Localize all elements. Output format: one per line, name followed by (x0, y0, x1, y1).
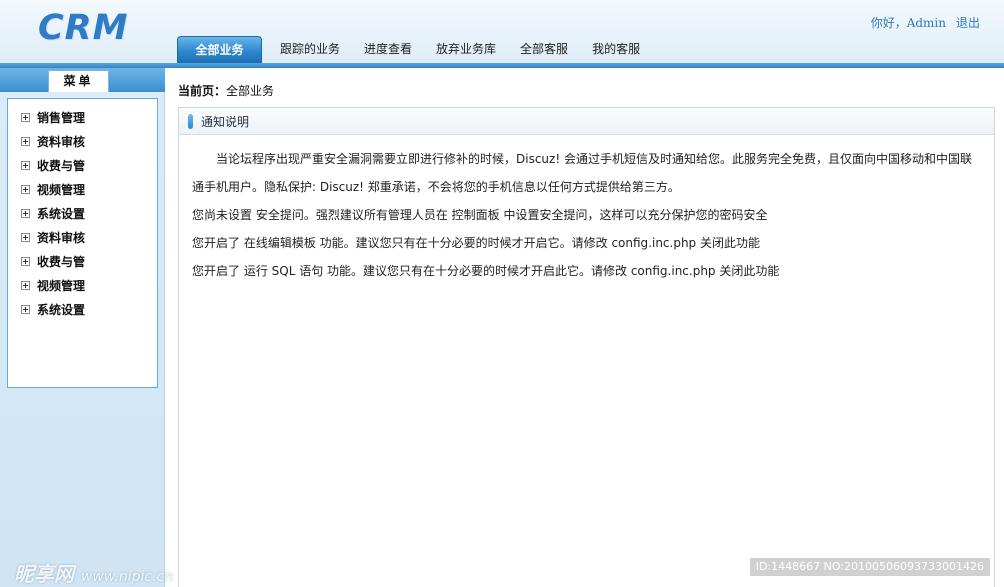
sidebar-tab-bar: 菜单 (0, 68, 165, 92)
sidebar-item-settings[interactable]: 系统设置 (8, 201, 157, 225)
user-greeting: 你好，Admin (870, 16, 946, 30)
sidebar-item-settings-2[interactable]: 系统设置 (8, 297, 157, 321)
sidebar-item-video[interactable]: 视频管理 (8, 177, 157, 201)
expand-icon[interactable] (21, 304, 30, 314)
watermark-id: ID:1448667 NO:20100506093733001426 (749, 558, 990, 576)
notice-paragraph: 当论坛程序出现严重安全漏洞需要立即进行修补的时候，Discuz! 会通过手机短信… (192, 152, 972, 194)
expand-icon[interactable] (21, 232, 30, 242)
notice-paragraph: 您尚未设置 安全提问。强烈建议所有管理人员在 控制面板 中设置安全提问，这样可以… (192, 208, 768, 222)
watermark-url: www.nipic.cn (80, 569, 174, 585)
expand-icon[interactable] (21, 256, 30, 266)
sidebar-menu-tab[interactable]: 菜单 (48, 70, 109, 92)
breadcrumb-current: 全部业务 (226, 84, 275, 98)
sidebar-item-label: 收费与管 (37, 158, 86, 173)
expand-icon[interactable] (21, 184, 30, 194)
tab-all-business[interactable]: 全部业务 (177, 36, 262, 63)
notice-panel-header: 通知说明 (179, 108, 994, 135)
sidebar-item-label: 收费与管 (37, 254, 86, 269)
user-area: 你好，Admin 退出 (871, 14, 980, 31)
sidebar-item-label: 资料审核 (37, 230, 86, 245)
notice-paragraph: 您开启了 运行 SQL 语句 功能。建议您只有在十分必要的时候才开启此它。请修改… (192, 264, 780, 278)
tab-abandoned-business[interactable]: 放弃业务库 (424, 36, 508, 63)
sidebar-item-review-2[interactable]: 资料审核 (8, 225, 157, 249)
sidebar-menu: 销售管理 资料审核 收费与管 视频管理 系统设置 资料审核 收费与管 视频管理 (7, 98, 158, 388)
expand-icon[interactable] (21, 112, 30, 122)
notice-paragraph: 您开启了 在线编辑模板 功能。建议您只有在十分必要的时候才开启它。请修改 con… (192, 236, 760, 250)
notice-panel-body: 当论坛程序出现严重安全漏洞需要立即进行修补的时候，Discuz! 会通过手机短信… (179, 135, 994, 285)
notice-panel-title: 通知说明 (201, 114, 250, 129)
sidebar-item-label: 系统设置 (37, 206, 86, 221)
sidebar-item-video-2[interactable]: 视频管理 (8, 273, 157, 297)
breadcrumb: 当前页：全部业务 (178, 82, 274, 99)
sidebar-item-label: 视频管理 (37, 182, 86, 197)
expand-icon[interactable] (21, 208, 30, 218)
bullet-icon (188, 113, 193, 129)
sidebar: 菜单 销售管理 资料审核 收费与管 视频管理 系统设置 资料审核 收费与管 视频… (0, 68, 165, 587)
main-nav: 全部业务 跟踪的业务 进度查看 放弃业务库 全部客服 我的客服 (177, 34, 652, 63)
sidebar-item-billing-2[interactable]: 收费与管 (8, 249, 157, 273)
tab-progress[interactable]: 进度查看 (352, 36, 424, 63)
expand-icon[interactable] (21, 136, 30, 146)
sidebar-item-billing[interactable]: 收费与管 (8, 153, 157, 177)
sidebar-item-label: 视频管理 (37, 278, 86, 293)
expand-icon[interactable] (21, 160, 30, 170)
tab-tracked-business[interactable]: 跟踪的业务 (268, 36, 352, 63)
tab-all-customer-service[interactable]: 全部客服 (508, 36, 580, 63)
sidebar-item-sales[interactable]: 销售管理 (8, 105, 157, 129)
header: CRM 全部业务 跟踪的业务 进度查看 放弃业务库 全部客服 我的客服 你好，A… (0, 0, 1004, 68)
sidebar-item-label: 销售管理 (37, 110, 86, 125)
notice-panel: 通知说明 当论坛程序出现严重安全漏洞需要立即进行修补的时候，Discuz! 会通… (178, 107, 995, 587)
watermark-site: 昵享网 (14, 562, 74, 586)
sidebar-item-label: 资料审核 (37, 134, 86, 149)
tab-my-customer-service[interactable]: 我的客服 (580, 36, 652, 63)
breadcrumb-label: 当前页： (178, 84, 227, 98)
watermark-logo: 昵享网 www.nipic.cn (14, 558, 173, 587)
logout-link[interactable]: 退出 (956, 14, 980, 31)
crm-logo[interactable]: CRM (38, 8, 128, 48)
sidebar-item-label: 系统设置 (37, 302, 86, 317)
sidebar-item-review[interactable]: 资料审核 (8, 129, 157, 153)
expand-icon[interactable] (21, 280, 30, 290)
